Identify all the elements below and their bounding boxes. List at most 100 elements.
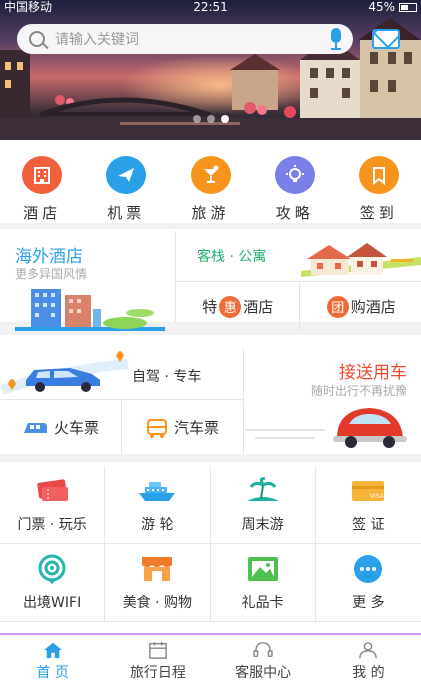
home-icon: [43, 642, 62, 659]
pickup-card[interactable]: 接送用车 随时出行不再扰豫: [245, 348, 421, 454]
search-icon: [29, 31, 45, 47]
status-bar: 中国移动 22:51 45%: [0, 0, 421, 14]
pickup-title: 接送用车: [339, 363, 407, 383]
services-grid: 门票 · 玩乐 游 轮 周末游 VISA 签 证 出境WIFI 美食 · 购物 …: [0, 466, 421, 626]
service-label: 美食 · 购物: [122, 594, 193, 611]
bus-ticket-button[interactable]: 汽车票: [121, 401, 243, 454]
service-label: 更 多: [352, 594, 385, 611]
house-illustration: [301, 243, 421, 277]
user-icon: [359, 642, 378, 659]
quick-nav-label: 签到: [359, 204, 398, 222]
tab-home[interactable]: 首 页: [0, 635, 105, 682]
group-buy-badge-icon: 团: [326, 295, 349, 318]
discount-hotel-suffix: 酒店: [243, 298, 274, 316]
headset-icon: [253, 642, 273, 658]
cruise-ship-icon: [137, 476, 177, 506]
shop-icon: [137, 554, 177, 584]
tab-label: 首 页: [36, 665, 69, 681]
service-label: 游 轮: [141, 516, 174, 533]
discount-badge-icon: 惠: [219, 295, 242, 318]
service-more[interactable]: 更 多: [315, 544, 421, 622]
train-ticket-button[interactable]: 火车票: [0, 401, 121, 454]
tab-profile[interactable]: 我 的: [316, 635, 421, 682]
hotel-deals-row: 特 惠 酒店 团 购酒店: [177, 283, 421, 330]
wifi-icon: [32, 554, 72, 584]
svg-text:VISA: VISA: [370, 494, 384, 500]
quick-nav-label: 攻略: [275, 204, 314, 222]
service-visa[interactable]: VISA 签 证: [315, 466, 421, 544]
service-food-shopping[interactable]: 美食 · 购物: [105, 544, 211, 622]
bookmark-icon: [358, 156, 399, 194]
island-icon: [243, 476, 283, 506]
status-right: 45%: [368, 0, 417, 14]
group-buy-hotel-button[interactable]: 团 购酒店: [298, 283, 421, 330]
hero-banner[interactable]: 中国移动 22:51 45% 请输入关键词: [0, 0, 421, 140]
inn-apartment-title: 客栈 · 公寓: [197, 249, 267, 265]
hotel-icon: [22, 156, 63, 194]
service-label: 出境WIFI: [23, 594, 82, 611]
search-bar[interactable]: 请输入关键词: [17, 24, 353, 54]
bus-icon: [146, 418, 167, 438]
inn-apartment-card[interactable]: 客栈 · 公寓: [177, 231, 421, 282]
service-label: 礼品卡: [241, 594, 284, 611]
discount-hotel-prefix: 特: [202, 298, 218, 316]
quick-nav-label: 酒店: [23, 204, 62, 222]
plane-icon: [106, 156, 147, 194]
hotel-section: 海外酒店 更多异国风情 客栈 · 公寓 特 惠 酒店 团 购酒店: [0, 231, 421, 335]
beetle-car-illustration: [245, 408, 407, 448]
battery-label: 45%: [368, 0, 395, 14]
tab-label: 客服中心: [235, 665, 292, 681]
quick-nav-guide[interactable]: 攻略: [253, 140, 337, 223]
pager-dot[interactable]: [192, 115, 201, 123]
quick-nav-checkin[interactable]: 签到: [337, 140, 421, 223]
overseas-hotel-card[interactable]: 海外酒店 更多异国风情: [0, 231, 176, 331]
self-drive-label: 自驾 · 专车: [132, 369, 202, 385]
service-label: 门票 · 玩乐: [17, 516, 87, 533]
ticket-icon: [32, 476, 72, 506]
overseas-hotel-subtitle: 更多异国风情: [15, 267, 88, 281]
group-buy-hotel-label: 购酒店: [350, 298, 396, 316]
pager-dot-active[interactable]: [220, 115, 229, 123]
pager-dot[interactable]: [206, 115, 215, 123]
service-gift-card[interactable]: 礼品卡: [210, 544, 316, 622]
train-ticket-label: 火车票: [53, 419, 99, 437]
train-icon: [23, 422, 47, 433]
service-cruise[interactable]: 游 轮: [105, 466, 211, 544]
service-wifi[interactable]: 出境WIFI: [0, 544, 106, 622]
message-button[interactable]: [368, 24, 404, 54]
overseas-hotel-title: 海外酒店: [15, 247, 83, 267]
tab-customer-service[interactable]: 客服中心: [211, 635, 316, 682]
tab-label: 我 的: [352, 665, 385, 681]
quick-nav: 酒店 机票 旅游 攻略 签到: [0, 140, 421, 229]
car-illustration: [0, 351, 129, 395]
service-tickets[interactable]: 门票 · 玩乐: [0, 466, 106, 544]
discount-hotel-button[interactable]: 特 惠 酒店: [177, 283, 299, 330]
service-weekend-trip[interactable]: 周末游: [210, 466, 316, 544]
gift-card-icon: [243, 554, 283, 584]
visa-card-icon: VISA: [348, 476, 388, 506]
service-label: 周末游: [241, 516, 284, 533]
tab-itinerary[interactable]: 旅行日程: [105, 635, 210, 682]
pickup-subtitle: 随时出行不再扰豫: [310, 384, 407, 398]
quick-nav-flight[interactable]: 机票: [84, 140, 168, 223]
quick-nav-hotel[interactable]: 酒店: [0, 140, 84, 223]
ticket-row: 火车票 汽车票: [0, 401, 244, 454]
app-root: 中国移动 22:51 45% 请输入关键词 酒店 机票 旅游 攻略 签到 海外酒…: [0, 0, 421, 682]
service-label: 签 证: [352, 516, 385, 533]
mail-icon: [372, 29, 400, 49]
more-icon: [348, 554, 388, 584]
quick-nav-travel[interactable]: 旅游: [168, 140, 252, 223]
search-input[interactable]: 请输入关键词: [55, 29, 329, 49]
quick-nav-label: 机票: [107, 204, 146, 222]
calendar-icon: [149, 641, 167, 659]
tab-label: 旅行日程: [129, 665, 186, 681]
cocktail-icon: [190, 156, 231, 194]
city-buildings-illustration: [15, 289, 165, 331]
microphone-icon[interactable]: [329, 28, 343, 50]
battery-icon: [399, 2, 417, 12]
bus-ticket-label: 汽车票: [173, 419, 219, 437]
transport-section: 自驾 · 专车 火车票 汽车票 接送用车 随时出行不再扰豫: [0, 348, 421, 462]
clock-label: 22:51: [193, 0, 228, 14]
bulb-icon: [274, 156, 315, 194]
self-drive-card[interactable]: 自驾 · 专车: [0, 348, 244, 400]
